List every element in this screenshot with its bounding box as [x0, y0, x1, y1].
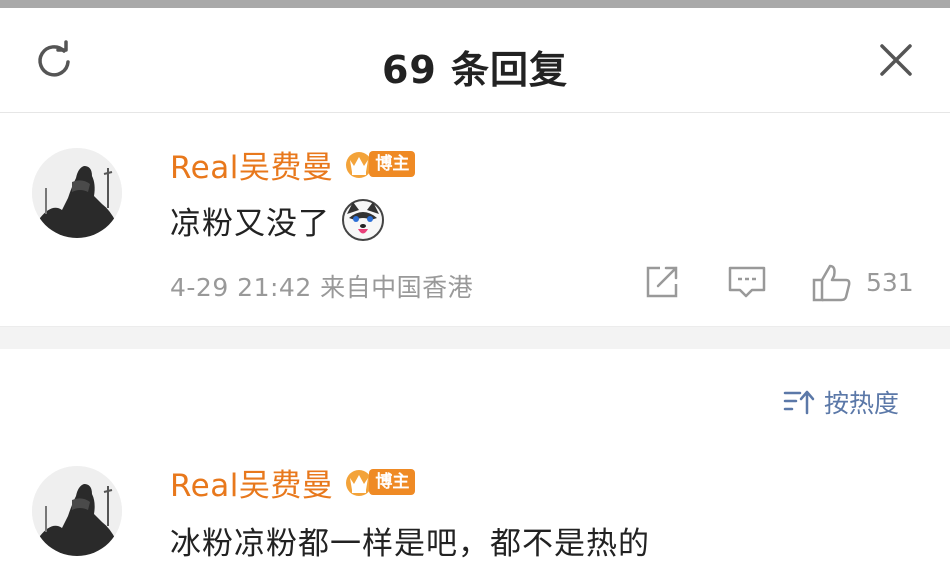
- avatar[interactable]: [32, 466, 122, 556]
- comment-body: 凉粉又没了: [170, 206, 330, 242]
- sort-label: 按热度: [824, 389, 900, 418]
- share-button[interactable]: [642, 262, 682, 306]
- avatar[interactable]: [32, 148, 122, 238]
- like-count: 531: [866, 268, 914, 297]
- badge-label: 博主: [369, 469, 416, 495]
- badge-label: 博主: [369, 151, 416, 177]
- reply-text: 冰粉凉粉都一样是吧，都不是热的: [170, 526, 650, 562]
- like-button[interactable]: [810, 262, 854, 306]
- sort-by-hot-button[interactable]: 按热度: [782, 384, 899, 420]
- comment-header: Real吴费曼 博主: [170, 142, 416, 187]
- comment-icon: [728, 266, 766, 298]
- section-divider: [0, 326, 950, 349]
- like-icon: [812, 264, 851, 302]
- blogger-badge: 博主: [343, 148, 416, 180]
- avatar-statue-image: [32, 148, 122, 238]
- husky-emoji: [341, 199, 384, 241]
- share-icon: [646, 266, 678, 298]
- comment-text: 凉粉又没了: [170, 198, 385, 243]
- username[interactable]: Real吴费曼: [170, 460, 333, 505]
- blogger-badge: 博主: [343, 466, 416, 498]
- close-icon: [880, 44, 912, 76]
- top-edge: [0, 0, 950, 8]
- close-button[interactable]: [872, 36, 920, 84]
- comment-button[interactable]: [726, 262, 768, 306]
- reply-header: Real吴费曼 博主: [170, 460, 416, 505]
- username[interactable]: Real吴费曼: [170, 142, 333, 187]
- reply-sheet-header: 69 条回复: [0, 8, 950, 113]
- comment-meta: 4-29 21:42 来自中国香港: [170, 273, 474, 302]
- avatar-statue-image: [32, 466, 122, 556]
- sort-icon: [783, 390, 815, 415]
- page-title: 69 条回复: [381, 48, 569, 92]
